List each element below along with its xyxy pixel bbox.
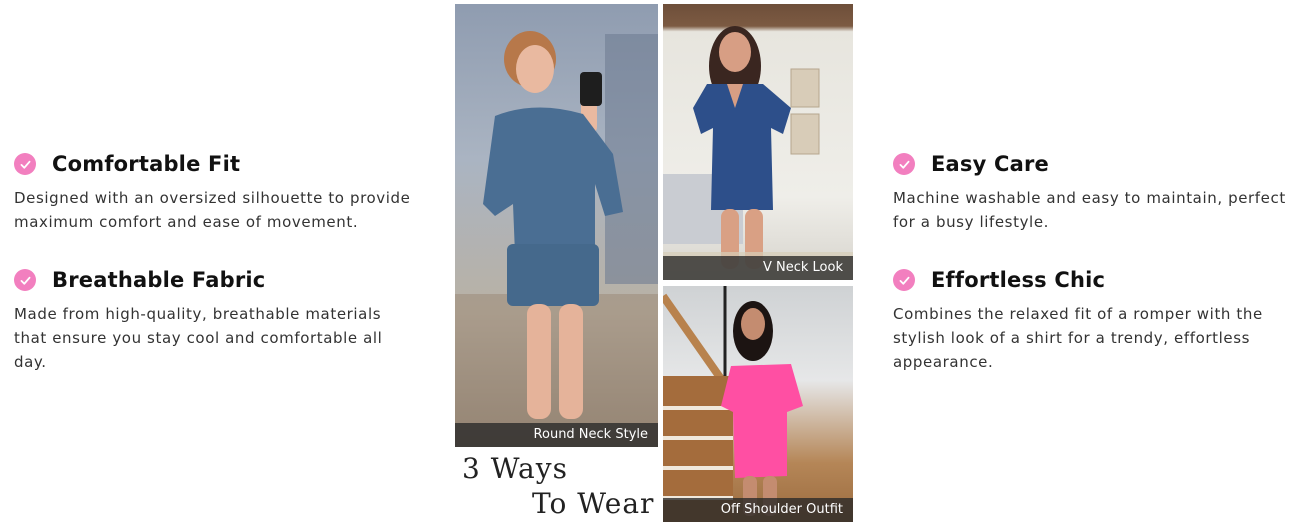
check-icon (14, 153, 36, 175)
round-neck-style-photo: Round Neck Style (455, 4, 658, 447)
v-neck-look-photo: V Neck Look (663, 4, 853, 280)
three-ways-heading-line2: To Wear (532, 487, 655, 520)
three-ways-heading-line1: 3 Ways (462, 452, 568, 485)
round-neck-model-illustration (455, 31, 658, 447)
feature-description: Designed with an oversized silhouette to… (14, 189, 411, 231)
feature-breathable-fabric: Breathable Fabric Made from high-quality… (14, 266, 414, 374)
feature-easy-care: Easy Care Machine washable and easy to m… (893, 150, 1291, 234)
feature-title: Easy Care (931, 152, 1049, 176)
feature-description: Made from high-quality, breathable mater… (14, 305, 383, 371)
photo-caption: Round Neck Style (455, 423, 658, 447)
check-icon (893, 269, 915, 291)
check-icon (14, 269, 36, 291)
off-shoulder-outfit-photo: Off Shoulder Outfit (663, 286, 853, 522)
feature-description: Machine washable and easy to maintain, p… (893, 189, 1286, 231)
feature-title: Breathable Fabric (52, 268, 266, 292)
feature-description: Combines the relaxed fit of a romper wit… (893, 305, 1263, 371)
check-icon (893, 153, 915, 175)
v-neck-model-illustration (663, 26, 853, 280)
off-shoulder-model-illustration (663, 286, 803, 522)
feature-effortless-chic: Effortless Chic Combines the relaxed fit… (893, 266, 1291, 374)
photo-caption: V Neck Look (663, 256, 853, 280)
feature-title: Effortless Chic (931, 268, 1106, 292)
feature-title: Comfortable Fit (52, 152, 241, 176)
feature-comfortable-fit: Comfortable Fit Designed with an oversiz… (14, 150, 414, 234)
photo-caption: Off Shoulder Outfit (663, 498, 853, 522)
